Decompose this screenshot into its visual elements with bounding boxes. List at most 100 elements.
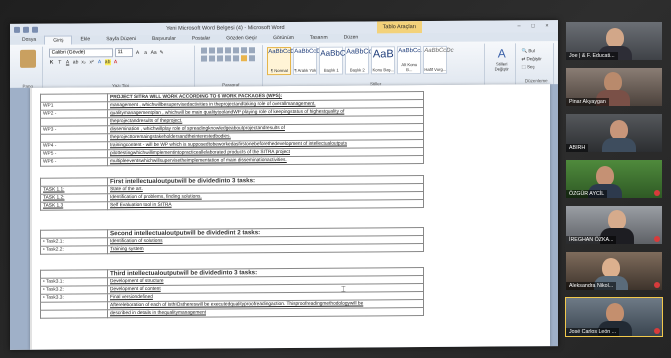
- justify-icon[interactable]: [225, 55, 232, 62]
- tab-mailings[interactable]: Postalar: [184, 34, 218, 43]
- align-center-icon[interactable]: [209, 55, 216, 62]
- avatar: [596, 166, 614, 186]
- change-styles-button[interactable]: A Stilleri Değiştir: [488, 43, 516, 86]
- style-heading-1[interactable]: AaBbC Başlık 1: [319, 46, 346, 75]
- maximize-icon[interactable]: □: [526, 23, 540, 29]
- table-cell[interactable]: multipleeventswhichwillsupervisetheimple…: [107, 155, 424, 166]
- bullets-icon[interactable]: [201, 47, 208, 54]
- tab-page-layout[interactable]: Sayfa Düzeni: [98, 35, 144, 44]
- avatar: [606, 28, 624, 48]
- document-area[interactable]: PROJECT SITRA WILL WORK ACCORDING TO 6 W…: [10, 84, 558, 350]
- avatar-body: [602, 138, 636, 152]
- superscript-icon[interactable]: x²: [89, 59, 95, 65]
- underline-icon[interactable]: A: [65, 59, 71, 65]
- participant-tile[interactable]: ÖZGÜR AYCİL: [566, 160, 662, 198]
- document-page[interactable]: PROJECT SITRA WILL WORK ACCORDING TO 6 W…: [30, 84, 550, 350]
- borders-icon[interactable]: [249, 55, 256, 62]
- tab-references[interactable]: Başvurular: [144, 35, 184, 44]
- work-packages-table[interactable]: PROJECT SITRA WILL WORK ACCORDING TO 6 W…: [40, 91, 424, 167]
- save-icon[interactable]: [14, 26, 20, 33]
- undo-icon[interactable]: [23, 26, 29, 33]
- style-label: ¶ Aralık Yok: [294, 67, 317, 73]
- change-styles-label: Stilleri Değiştir: [494, 61, 509, 72]
- participant-name: José Carlos León ...: [566, 328, 620, 336]
- minimize-icon[interactable]: –: [512, 23, 526, 29]
- increase-indent-icon[interactable]: [233, 47, 240, 54]
- paste-icon[interactable]: [19, 49, 36, 68]
- replace-button[interactable]: ⇄ Değiştir: [522, 56, 551, 62]
- participant-tile[interactable]: Aleksandra Nikol...: [566, 252, 662, 290]
- table-cell[interactable]: Self Evaluation tool in SITRA: [107, 199, 424, 210]
- table-cell[interactable]: • Task2.2:: [40, 245, 108, 255]
- bold-icon[interactable]: K: [49, 60, 55, 66]
- tab-layout[interactable]: Düzen: [336, 33, 366, 42]
- text-effects-icon[interactable]: A: [97, 59, 103, 65]
- font-size-select[interactable]: 11: [114, 48, 133, 58]
- change-case-icon[interactable]: Aa: [151, 49, 157, 55]
- font-name-select[interactable]: Calibri (Gövde): [48, 48, 113, 58]
- clear-format-icon[interactable]: ✎: [159, 49, 165, 55]
- tab-review[interactable]: Gözden Geçir: [218, 34, 265, 43]
- close-icon[interactable]: ×: [540, 23, 554, 29]
- table-cell[interactable]: WP6 -: [40, 157, 108, 167]
- subscript-icon[interactable]: x₂: [81, 59, 87, 65]
- io2-tasks-table[interactable]: Second intellectualoutputwill be divided…: [40, 227, 424, 255]
- table-cell[interactable]: Training system: [107, 243, 424, 254]
- avatar: [606, 303, 624, 323]
- tab-design[interactable]: Tasarım: [302, 34, 336, 43]
- participant-tile[interactable]: İREGHAN ÖZKA...: [566, 206, 662, 244]
- select-label: Seç: [527, 64, 535, 70]
- style-preview: AaBbCc: [346, 48, 372, 56]
- muted-mic-icon: [654, 236, 660, 242]
- tab-view[interactable]: Görünüm: [265, 34, 302, 43]
- context-tab-table-tools[interactable]: Tablo Araçları: [376, 21, 422, 34]
- table-cell[interactable]: [40, 309, 108, 319]
- quick-access-toolbar[interactable]: [14, 26, 74, 33]
- participant-name: ABIRH: [566, 144, 589, 152]
- participant-tile[interactable]: Pinar Akyaygan: [566, 68, 662, 106]
- align-left-icon[interactable]: [201, 55, 208, 62]
- style-heading-2[interactable]: AaBbCc Başlık 2: [345, 46, 372, 75]
- find-button[interactable]: 🔍 Bul: [522, 48, 551, 54]
- io1-tasks-table[interactable]: First intellectualoutputwill be dividedi…: [40, 175, 424, 211]
- select-button[interactable]: ⬚ Seç: [522, 64, 551, 70]
- style-preview: AaBbC: [320, 48, 346, 58]
- shading-icon[interactable]: [241, 55, 248, 62]
- participant-name: Aleksandra Nikol...: [566, 282, 617, 290]
- find-label: Bul: [528, 48, 535, 54]
- redo-icon[interactable]: [32, 26, 38, 33]
- io3-tasks-table[interactable]: Third intellectualoutputwill be dividedi…: [40, 267, 424, 319]
- participant-tile[interactable]: ABIRH: [566, 114, 662, 152]
- style-subtitle[interactable]: AaBbCc. Alt Konu B...: [397, 46, 422, 75]
- tab-file[interactable]: Dosya: [14, 36, 44, 45]
- numbering-icon[interactable]: [209, 47, 216, 54]
- highlight-icon[interactable]: ab: [104, 59, 111, 66]
- group-label: Düzenleme: [524, 78, 548, 84]
- font-color-icon[interactable]: A: [113, 59, 119, 65]
- tab-insert[interactable]: Ekle: [72, 35, 98, 44]
- style-normal[interactable]: AaBbCcDc ¶ Normal: [267, 46, 298, 76]
- avatar: [602, 258, 620, 278]
- sort-icon[interactable]: [241, 47, 248, 54]
- shrink-font-icon[interactable]: a: [143, 49, 149, 55]
- grow-font-icon[interactable]: A: [135, 50, 141, 56]
- italic-icon[interactable]: T: [57, 60, 63, 66]
- style-label: Başlık 2: [349, 67, 365, 73]
- style-label: Hafif Vurg...: [424, 66, 447, 73]
- style-subtle-emphasis[interactable]: AaBbCcDc Hafif Vurg...: [423, 45, 454, 75]
- table-cell[interactable]: TASK 1.3: [40, 201, 108, 211]
- multilevel-list-icon[interactable]: [217, 47, 224, 54]
- pilcrow-icon[interactable]: [249, 47, 256, 54]
- styles-group: AaBbCcDc ¶ Normal AaBbCcDc ¶ Aralık Yok Aa…: [267, 43, 485, 88]
- participant-tile-active-speaker[interactable]: José Carlos León ...: [565, 297, 663, 337]
- align-right-icon[interactable]: [217, 55, 224, 62]
- table-cell[interactable]: described in details in thequalitymanage…: [107, 307, 424, 318]
- muted-mic-icon: [654, 282, 660, 288]
- tab-home[interactable]: Giriş: [44, 35, 73, 45]
- decrease-indent-icon[interactable]: [225, 47, 232, 54]
- line-spacing-icon[interactable]: [233, 55, 240, 62]
- participant-tile[interactable]: Joe | & F. Educati...: [566, 22, 662, 60]
- style-title[interactable]: AaB Konu Baş...: [371, 46, 396, 75]
- style-no-spacing[interactable]: AaBbCcDc ¶ Aralık Yok: [293, 46, 324, 75]
- strikethrough-icon[interactable]: ab: [73, 59, 79, 65]
